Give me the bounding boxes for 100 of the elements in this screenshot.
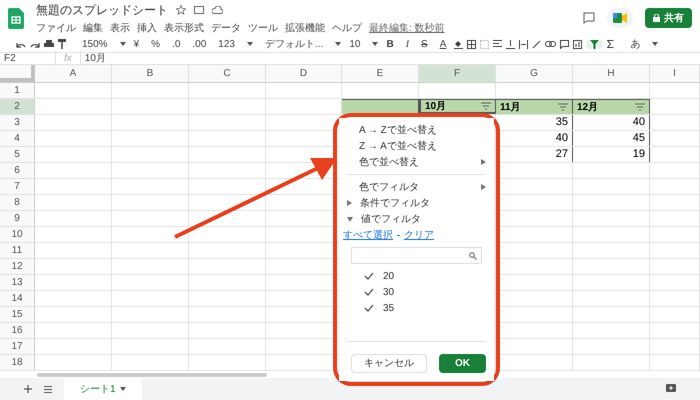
row-header[interactable]: 14 — [0, 291, 35, 306]
row-header[interactable]: 13 — [0, 275, 35, 290]
row-header[interactable]: 16 — [0, 323, 35, 338]
value-option[interactable]: 20 — [383, 268, 394, 284]
row-header[interactable]: 6 — [0, 163, 35, 178]
expanded-arrow-icon[interactable] — [347, 216, 353, 222]
filter-icon[interactable] — [558, 103, 568, 111]
row-header[interactable]: 1 — [0, 83, 35, 98]
column-header[interactable]: C — [189, 65, 266, 82]
value-option[interactable]: 35 — [383, 300, 394, 316]
sheet-list-icon[interactable] — [44, 386, 52, 392]
menu-item[interactable]: 表示 — [110, 20, 130, 36]
row-header[interactable]: 3 — [0, 115, 35, 130]
input-tool-dropdown[interactable]: あ — [626, 36, 644, 52]
menu-item[interactable]: 表示形式 — [164, 20, 204, 36]
caret-icon[interactable] — [120, 42, 126, 46]
value-option[interactable]: 30 — [383, 284, 394, 300]
menu-item[interactable]: ヘルプ — [332, 20, 362, 36]
row-header[interactable]: 5 — [0, 147, 35, 162]
cell-reference[interactable]: F2 — [0, 51, 55, 66]
number-format-dropdown[interactable]: 123 — [214, 36, 239, 52]
cloud-icon[interactable] — [212, 6, 223, 14]
menu-item[interactable]: 条件でフィルタ — [360, 196, 430, 210]
check-icon[interactable] — [363, 286, 375, 298]
caret-icon[interactable] — [246, 42, 253, 46]
search-field[interactable] — [351, 247, 482, 264]
strikethrough-button[interactable]: S — [417, 36, 432, 52]
currency-button[interactable]: ¥ — [130, 36, 144, 52]
clear-link[interactable]: クリア — [404, 228, 434, 242]
zoom-dropdown[interactable]: 150% — [78, 36, 112, 52]
row-header[interactable]: 18 — [0, 355, 35, 370]
row-header[interactable]: 4 — [0, 131, 35, 146]
menu-item[interactable]: Z → Aで並べ替え — [339, 138, 494, 154]
check-icon[interactable] — [363, 270, 375, 282]
menu-item[interactable]: データ — [211, 20, 241, 36]
menu-item[interactable]: 色で並べ替え — [359, 154, 419, 170]
row-header[interactable]: 7 — [0, 179, 35, 194]
fill-color-icon[interactable] — [454, 39, 464, 49]
decrease-decimal-button[interactable]: .0 — [168, 36, 184, 52]
menu-item[interactable]: ツール — [248, 20, 278, 36]
filter-icon[interactable] — [635, 103, 645, 111]
column-header[interactable]: H — [573, 65, 650, 82]
menu-item[interactable]: 色でフィルタ — [359, 180, 419, 194]
italic-button[interactable]: I — [402, 36, 414, 52]
comment-icon[interactable] — [560, 40, 570, 48]
last-edit-link[interactable]: 最終編集: 数秒前 — [369, 20, 445, 36]
submenu-arrow-icon[interactable] — [481, 184, 486, 190]
row-header[interactable]: 10 — [0, 227, 35, 242]
link-icon[interactable] — [545, 41, 556, 47]
wrap-icon[interactable] — [519, 40, 528, 48]
filter-button[interactable] — [586, 40, 604, 48]
percent-button[interactable]: % — [147, 36, 164, 52]
menu-item[interactable]: 編集 — [83, 20, 103, 36]
chart-icon[interactable] — [573, 40, 582, 48]
menu-item[interactable]: 挿入 — [137, 20, 157, 36]
sum-icon[interactable] — [607, 40, 614, 48]
comment-icon[interactable] — [583, 12, 595, 24]
borders-icon[interactable] — [467, 40, 476, 48]
caret-icon[interactable] — [120, 387, 126, 391]
redo-icon[interactable] — [30, 40, 40, 48]
menu-item[interactable]: 値でフィルタ — [361, 212, 421, 226]
column-header[interactable]: B — [112, 65, 189, 82]
submenu-arrow-icon[interactable] — [347, 200, 352, 206]
meet-button[interactable] — [607, 8, 633, 28]
sheets-logo-icon[interactable] — [8, 8, 24, 28]
row-header[interactable]: 11 — [0, 243, 35, 258]
document-title[interactable]: 無題のスプレッドシート — [36, 0, 168, 18]
row-header[interactable]: 9 — [0, 211, 35, 226]
filter-icon[interactable] — [481, 102, 491, 110]
star-icon[interactable] — [176, 4, 186, 14]
caret-icon[interactable] — [335, 42, 342, 46]
print-icon[interactable] — [44, 40, 54, 48]
menu-item[interactable]: ファイル — [36, 20, 76, 36]
sheet-tab[interactable]: シート1 — [64, 378, 142, 400]
row-header[interactable]: 12 — [0, 259, 35, 274]
column-header[interactable]: F — [419, 65, 496, 82]
paint-format-icon[interactable] — [58, 39, 66, 49]
caret-icon[interactable] — [372, 42, 378, 46]
column-header[interactable]: I — [650, 65, 700, 82]
column-header[interactable]: A — [35, 65, 112, 82]
increase-decimal-button[interactable]: .00 — [188, 36, 210, 52]
undo-icon[interactable] — [16, 40, 26, 48]
column-header[interactable]: D — [266, 65, 342, 82]
add-sheet-icon[interactable] — [24, 385, 32, 393]
share-button[interactable]: 共有 — [645, 8, 692, 28]
cancel-button[interactable]: キャンセル — [351, 354, 427, 373]
row-header[interactable]: 8 — [0, 195, 35, 210]
caret-icon[interactable] — [652, 42, 658, 46]
ok-button[interactable]: OK — [439, 354, 486, 373]
text-color-button[interactable]: A — [436, 36, 450, 52]
font-size-dropdown[interactable]: 10 — [345, 36, 364, 52]
column-header[interactable]: G — [496, 65, 573, 82]
explore-icon[interactable] — [666, 384, 676, 394]
vertical-align-icon[interactable] — [506, 40, 516, 48]
bold-button[interactable]: B — [382, 36, 398, 52]
select-all-link[interactable]: すべて選択 — [343, 228, 393, 242]
row-header[interactable]: 17 — [0, 339, 35, 354]
row-header[interactable]: 15 — [0, 307, 35, 322]
menu-item[interactable]: 拡張機能 — [285, 20, 325, 36]
row-header[interactable]: 2 — [0, 99, 35, 114]
